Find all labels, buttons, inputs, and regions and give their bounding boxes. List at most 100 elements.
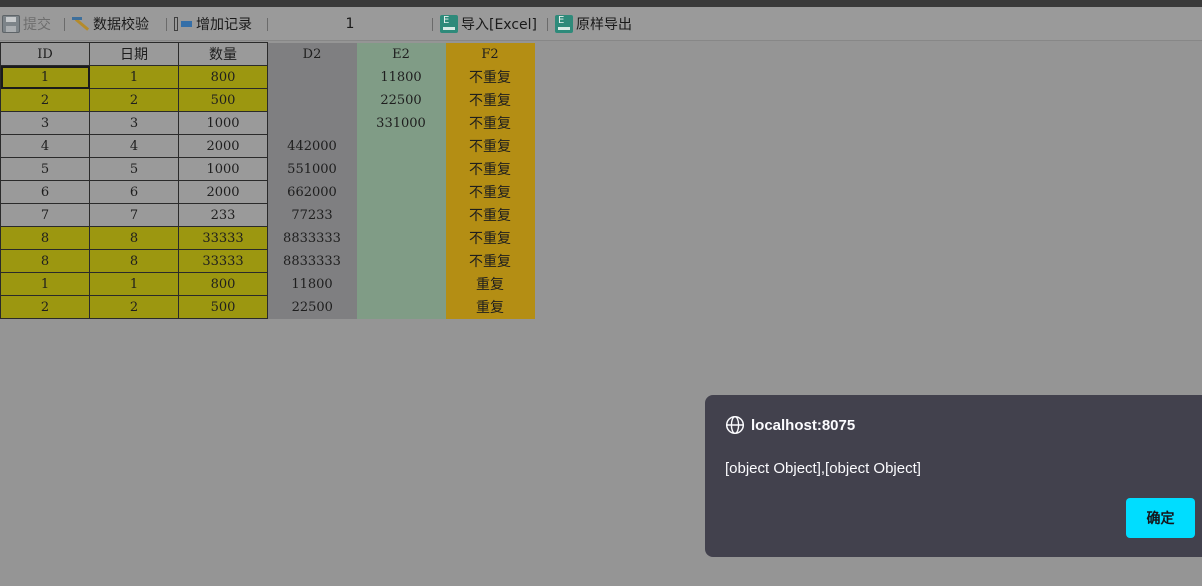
alert-dialog: localhost:8075 [object Object],[object O…	[705, 395, 1202, 557]
table-row: 8 8 33333 8833333 不重复	[0, 226, 535, 250]
header-d2: D2	[267, 42, 357, 66]
page-number-field[interactable]: 1	[275, 13, 425, 35]
cell-id[interactable]: 1	[0, 65, 90, 89]
save-icon	[2, 15, 20, 33]
cell-qty[interactable]: 500	[178, 88, 268, 112]
cell-d2[interactable]	[267, 111, 357, 135]
header-f2: F2	[445, 42, 535, 66]
cell-qty[interactable]: 33333	[178, 226, 268, 250]
cell-qty[interactable]: 800	[178, 272, 268, 296]
window-top-bar	[0, 0, 1202, 7]
cell-e2[interactable]: 22500	[356, 88, 446, 112]
cell-id[interactable]: 2	[0, 88, 90, 112]
cell-id[interactable]: 3	[0, 111, 90, 135]
cell-date[interactable]: 8	[89, 249, 179, 273]
cell-qty[interactable]: 500	[178, 295, 268, 319]
validate-label: 数据校验	[93, 17, 149, 33]
ok-button[interactable]: 确定	[1126, 498, 1195, 538]
toolbar-separator	[432, 18, 433, 31]
cell-id[interactable]: 5	[0, 157, 90, 181]
header-qty: 数量	[178, 42, 268, 66]
cell-date[interactable]: 6	[89, 180, 179, 204]
cell-date[interactable]: 2	[89, 88, 179, 112]
cell-id[interactable]: 8	[0, 226, 90, 250]
toolbar-separator	[64, 18, 65, 31]
cell-e2[interactable]	[356, 203, 446, 227]
cell-date[interactable]: 2	[89, 295, 179, 319]
cell-f2[interactable]: 不重复	[445, 157, 535, 181]
header-row: ID 日期 数量 D2 E2 F2	[0, 42, 535, 66]
cell-d2[interactable]: 77233	[267, 203, 357, 227]
data-grid: ID 日期 数量 D2 E2 F2 1 1 800 11800 不重复 2 2 …	[0, 42, 535, 319]
cell-id[interactable]: 4	[0, 134, 90, 158]
cell-e2[interactable]: 331000	[356, 111, 446, 135]
header-e2: E2	[356, 42, 446, 66]
cell-qty[interactable]: 2000	[178, 180, 268, 204]
cell-d2[interactable]: 551000	[267, 157, 357, 181]
cell-f2[interactable]: 不重复	[445, 111, 535, 135]
table-row: 6 6 2000 662000 不重复	[0, 180, 535, 204]
cell-f2[interactable]: 不重复	[445, 134, 535, 158]
cell-id[interactable]: 2	[0, 295, 90, 319]
cell-qty[interactable]: 1000	[178, 157, 268, 181]
add-record-icon	[173, 15, 193, 33]
cell-d2[interactable]: 442000	[267, 134, 357, 158]
cell-f2[interactable]: 重复	[445, 272, 535, 296]
cell-d2[interactable]: 22500	[267, 295, 357, 319]
cell-e2[interactable]	[356, 134, 446, 158]
pencil-ruler-icon	[72, 15, 90, 33]
cell-id[interactable]: 8	[0, 249, 90, 273]
cell-e2[interactable]	[356, 226, 446, 250]
cell-d2[interactable]	[267, 88, 357, 112]
cell-date[interactable]: 1	[89, 272, 179, 296]
cell-date[interactable]: 3	[89, 111, 179, 135]
cell-f2[interactable]: 不重复	[445, 88, 535, 112]
cell-date[interactable]: 7	[89, 203, 179, 227]
cell-f2[interactable]: 不重复	[445, 226, 535, 250]
cell-d2[interactable]	[267, 65, 357, 89]
cell-f2[interactable]: 不重复	[445, 249, 535, 273]
cell-qty[interactable]: 233	[178, 203, 268, 227]
dialog-origin: localhost:8075	[751, 416, 856, 434]
table-row: 2 2 500 22500 不重复	[0, 88, 535, 112]
table-row: 3 3 1000 331000 不重复	[0, 111, 535, 135]
cell-e2[interactable]	[356, 272, 446, 296]
cell-e2[interactable]	[356, 249, 446, 273]
cell-f2[interactable]: 不重复	[445, 203, 535, 227]
cell-e2[interactable]	[356, 180, 446, 204]
table-row: 1 1 800 11800 重复	[0, 272, 535, 296]
cell-qty[interactable]: 33333	[178, 249, 268, 273]
dialog-message: [object Object],[object Object]	[725, 460, 921, 477]
add-record-button[interactable]: 增加记录	[173, 13, 252, 35]
cell-d2[interactable]: 8833333	[267, 249, 357, 273]
validate-button[interactable]: 数据校验	[72, 13, 149, 35]
import-excel-button[interactable]: 导入[Excel]	[440, 13, 537, 35]
cell-f2[interactable]: 不重复	[445, 65, 535, 89]
cell-qty[interactable]: 2000	[178, 134, 268, 158]
cell-d2[interactable]: 11800	[267, 272, 357, 296]
export-button[interactable]: 原样导出	[555, 13, 632, 35]
cell-date[interactable]: 5	[89, 157, 179, 181]
cell-f2[interactable]: 不重复	[445, 180, 535, 204]
cell-date[interactable]: 1	[89, 65, 179, 89]
cell-id[interactable]: 6	[0, 180, 90, 204]
cell-d2[interactable]: 8833333	[267, 226, 357, 250]
dialog-header: localhost:8075	[725, 415, 855, 435]
cell-e2[interactable]: 11800	[356, 65, 446, 89]
cell-date[interactable]: 8	[89, 226, 179, 250]
table-row: 7 7 233 77233 不重复	[0, 203, 535, 227]
cell-f2[interactable]: 重复	[445, 295, 535, 319]
toolbar-separator	[547, 18, 548, 31]
table-row: 1 1 800 11800 不重复	[0, 65, 535, 89]
globe-icon	[725, 415, 745, 435]
cell-e2[interactable]	[356, 157, 446, 181]
submit-button[interactable]: 提交	[2, 13, 51, 35]
cell-qty[interactable]: 1000	[178, 111, 268, 135]
cell-e2[interactable]	[356, 295, 446, 319]
cell-date[interactable]: 4	[89, 134, 179, 158]
cell-id[interactable]: 7	[0, 203, 90, 227]
cell-d2[interactable]: 662000	[267, 180, 357, 204]
header-id: ID	[0, 42, 90, 66]
cell-qty[interactable]: 800	[178, 65, 268, 89]
cell-id[interactable]: 1	[0, 272, 90, 296]
